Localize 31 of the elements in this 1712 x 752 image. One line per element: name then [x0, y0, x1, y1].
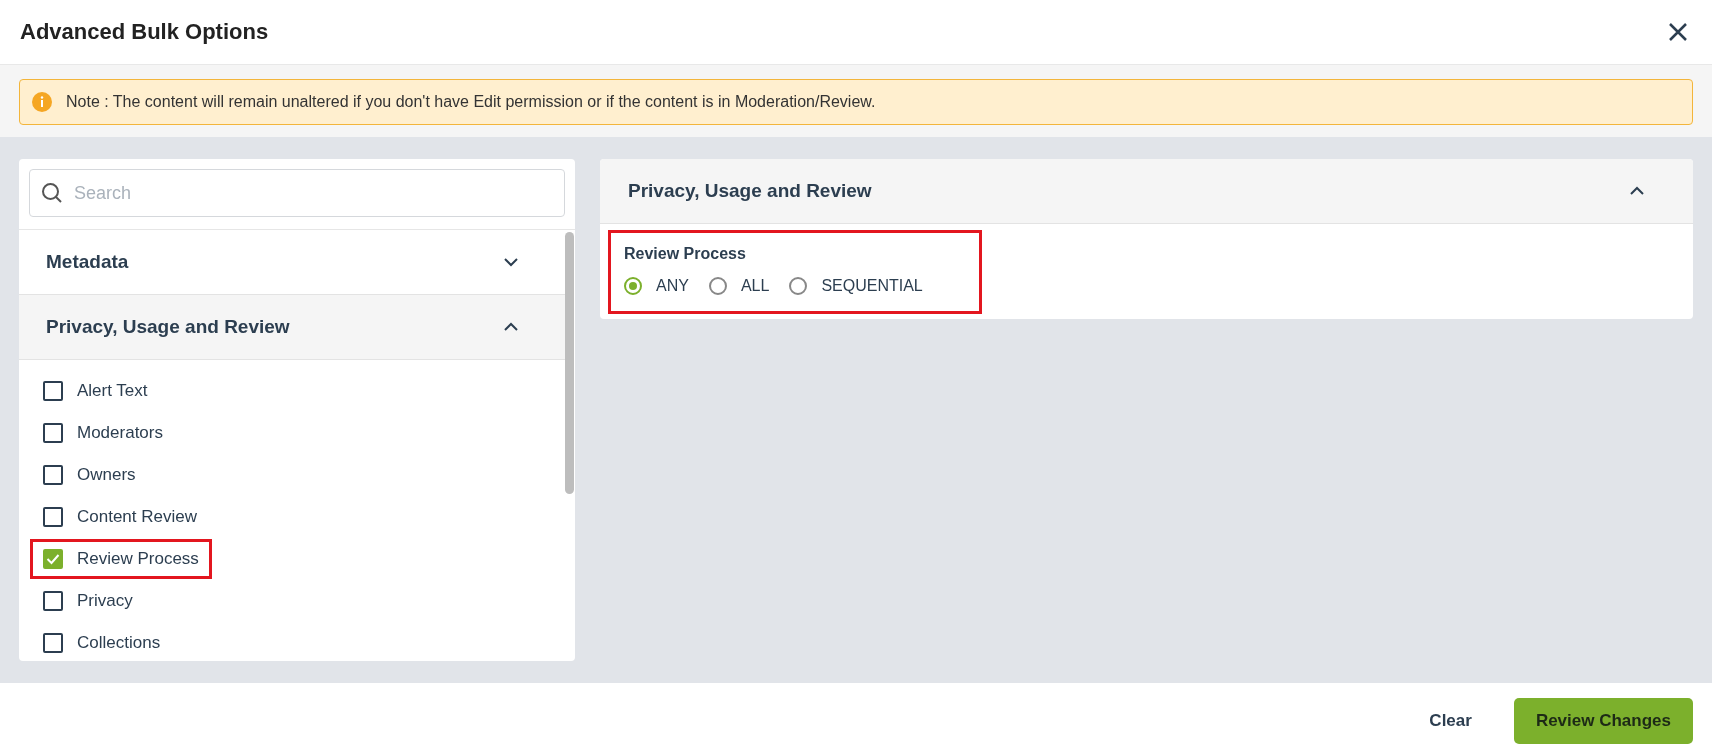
checkbox[interactable] — [43, 465, 63, 485]
section-header[interactable]: Privacy, Usage and Review — [19, 295, 565, 360]
info-icon — [32, 92, 52, 112]
checkbox[interactable] — [43, 423, 63, 443]
detail-title: Privacy, Usage and Review — [628, 180, 872, 202]
review-changes-button[interactable]: Review Changes — [1513, 698, 1693, 744]
radio-option[interactable]: ANY — [624, 277, 689, 295]
scrollbar-thumb[interactable] — [565, 232, 574, 494]
checkbox-label: Content Review — [77, 507, 197, 527]
detail-header[interactable]: Privacy, Usage and Review — [600, 159, 1693, 224]
checkbox[interactable] — [43, 549, 63, 569]
note-text: Note : The content will remain unaltered if you don't have Edit permission or if the content is in Moderation/Review. — [66, 93, 876, 111]
checkbox[interactable] — [43, 591, 63, 611]
radio-option[interactable]: ALL — [708, 277, 770, 295]
checkbox-label: Review Process — [77, 549, 199, 569]
dialog-title: Advanced Bulk Options — [20, 19, 269, 45]
radio-option[interactable]: SEQUENTIAL — [789, 277, 923, 295]
checkbox[interactable] — [43, 633, 63, 653]
checkbox[interactable] — [43, 507, 63, 527]
checkbox-label: Alert Text — [77, 381, 148, 401]
checkbox[interactable] — [43, 381, 63, 401]
field-label: Review Process — [624, 245, 747, 263]
checkbox-label: Collections — [77, 633, 161, 653]
section-title: Privacy, Usage and Review — [46, 316, 290, 338]
checkbox-label: Owners — [77, 465, 136, 485]
section-title: Metadata — [46, 251, 129, 273]
clear-button[interactable]: Clear — [1417, 701, 1484, 741]
search-icon — [41, 182, 63, 204]
search-field[interactable]: Search — [29, 169, 565, 217]
checkbox-label: Moderators — [77, 423, 163, 443]
checkbox-label: Privacy — [77, 591, 133, 611]
